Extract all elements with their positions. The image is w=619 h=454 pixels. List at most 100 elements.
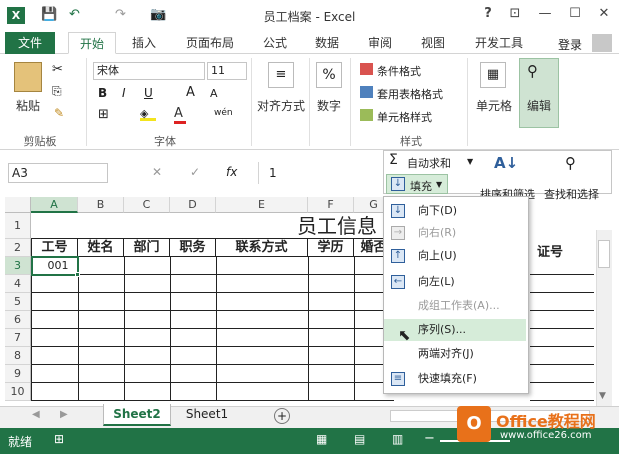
font-name-select[interactable]: 宋体: [93, 62, 205, 80]
maximize-button[interactable]: ☐: [565, 6, 585, 24]
paste-button[interactable]: 粘贴: [12, 97, 44, 114]
tab-formulas[interactable]: 公式: [258, 32, 292, 54]
align-icon[interactable]: ≡: [268, 62, 294, 88]
autosum-dropdown-icon[interactable]: ▼: [467, 157, 473, 166]
paste-icon[interactable]: [14, 62, 42, 92]
conditional-format-button[interactable]: 条件格式: [377, 63, 421, 79]
page-layout-view-icon[interactable]: ▤: [354, 432, 365, 446]
tab-data[interactable]: 数据: [310, 32, 344, 54]
next-sheet-icon[interactable]: ▶: [60, 409, 68, 420]
row-header[interactable]: 2: [5, 239, 31, 257]
menu-item-fill-up[interactable]: ↑ 向上(U): [384, 245, 526, 267]
tab-review[interactable]: 审阅: [363, 32, 397, 54]
col-header-d[interactable]: D: [170, 197, 216, 213]
col-header-f[interactable]: F: [308, 197, 354, 213]
menu-item-fill-down[interactable]: ↓ 向下(D): [384, 200, 526, 222]
col-header-e[interactable]: E: [216, 197, 308, 213]
format-painter-icon[interactable]: ✎: [54, 106, 64, 120]
menu-item-justify[interactable]: 两端对齐(J): [384, 343, 526, 365]
underline-button[interactable]: U: [144, 86, 153, 100]
page-break-view-icon[interactable]: ▥: [392, 432, 403, 446]
copy-icon[interactable]: ⎘: [52, 84, 62, 99]
header-cell[interactable]: 学历: [308, 239, 354, 257]
col-header-c[interactable]: C: [124, 197, 170, 213]
binoculars-icon[interactable]: ⚲: [565, 154, 576, 172]
cells-icon[interactable]: ▦: [480, 62, 506, 88]
scroll-thumb[interactable]: [598, 240, 610, 268]
avatar-icon[interactable]: [592, 34, 612, 52]
ribbon-display-button[interactable]: ⊡: [505, 6, 525, 24]
cut-icon[interactable]: ✂: [52, 62, 63, 77]
italic-button[interactable]: I: [122, 86, 126, 100]
zoom-out-icon[interactable]: −: [424, 431, 435, 446]
font-color-icon[interactable]: A: [174, 106, 186, 124]
sheet-tab-sheet1[interactable]: Sheet1: [178, 404, 236, 426]
minimize-button[interactable]: —: [535, 6, 555, 24]
phonetic-button[interactable]: wén: [214, 108, 233, 118]
tab-developer[interactable]: 开发工具: [469, 32, 529, 54]
table-format-icon[interactable]: [360, 86, 373, 98]
insert-function-button[interactable]: fx: [226, 165, 237, 179]
tab-file[interactable]: 文件: [5, 32, 55, 54]
login-link[interactable]: 登录: [558, 36, 582, 53]
menu-item-fill-left[interactable]: ← 向左(L): [384, 271, 526, 293]
row-header[interactable]: 6: [5, 311, 31, 329]
fill-color-icon[interactable]: ◈: [140, 107, 156, 121]
col-header-b[interactable]: B: [78, 197, 124, 213]
tab-view[interactable]: 视图: [416, 32, 450, 54]
alignment-button[interactable]: 对齐方式: [254, 97, 308, 114]
editing-button[interactable]: [519, 58, 559, 128]
col-header-a[interactable]: A: [31, 197, 78, 213]
add-sheet-button[interactable]: +: [274, 408, 290, 424]
sheet-tab-sheet2[interactable]: Sheet2: [103, 404, 171, 426]
menu-item-flash-fill[interactable]: ≡ 快速填充(F): [384, 368, 526, 390]
selected-cell-a3[interactable]: 001: [31, 256, 79, 276]
close-button[interactable]: ✕: [594, 6, 614, 24]
scroll-down-icon[interactable]: ▼: [599, 391, 606, 401]
name-box[interactable]: A3: [8, 163, 108, 183]
menu-item-fill-right[interactable]: → 向右(R): [384, 222, 526, 244]
cancel-icon[interactable]: ✕: [152, 165, 162, 179]
tab-insert[interactable]: 插入: [124, 32, 164, 54]
grow-font-button[interactable]: A: [186, 85, 195, 100]
row-header[interactable]: 4: [5, 275, 31, 293]
enter-icon[interactable]: ✓: [190, 165, 200, 179]
row-header[interactable]: 1: [5, 213, 31, 239]
help-button[interactable]: ?: [478, 6, 498, 24]
macro-record-icon[interactable]: ⊞: [54, 432, 64, 446]
tab-home[interactable]: 开始: [68, 32, 116, 54]
conditional-format-icon[interactable]: [360, 63, 373, 75]
menu-item-across-sheets[interactable]: 成组工作表(A)...: [384, 295, 526, 317]
find-select-button[interactable]: 查找和选择: [544, 186, 599, 202]
cell-styles-button[interactable]: 单元格样式: [377, 109, 432, 125]
formula-input[interactable]: 1: [258, 162, 383, 184]
tab-page-layout[interactable]: 页面布局: [180, 32, 240, 54]
cell-styles-icon[interactable]: [360, 109, 373, 121]
data-grid[interactable]: [31, 257, 394, 401]
header-cell[interactable]: 职务: [170, 239, 216, 257]
fill-handle[interactable]: [75, 272, 80, 277]
header-cell[interactable]: 部门: [124, 239, 170, 257]
row-header[interactable]: 5: [5, 293, 31, 311]
bold-button[interactable]: B: [98, 86, 107, 100]
shrink-font-button[interactable]: A: [210, 87, 218, 100]
prev-sheet-icon[interactable]: ◀: [32, 409, 40, 420]
sort-filter-icon[interactable]: A↓: [494, 154, 518, 172]
autosum-button[interactable]: 自动求和: [407, 155, 451, 171]
border-icon[interactable]: ⊞: [98, 107, 109, 122]
font-size-select[interactable]: 11: [207, 62, 247, 80]
grid-right[interactable]: [530, 257, 594, 401]
row-header[interactable]: 9: [5, 365, 31, 383]
row-header[interactable]: 7: [5, 329, 31, 347]
number-button[interactable]: 数字: [312, 97, 346, 114]
percent-icon[interactable]: %: [316, 62, 342, 88]
row-header[interactable]: 10: [5, 383, 31, 401]
normal-view-icon[interactable]: ▦: [316, 432, 327, 446]
header-cell[interactable]: 工号: [31, 239, 78, 257]
header-cell[interactable]: 联系方式: [216, 239, 308, 257]
table-format-button[interactable]: 套用表格格式: [377, 86, 443, 102]
row-header[interactable]: 3: [5, 257, 31, 275]
cells-button[interactable]: 单元格: [474, 97, 514, 114]
row-header[interactable]: 8: [5, 347, 31, 365]
header-cell[interactable]: 姓名: [78, 239, 124, 257]
